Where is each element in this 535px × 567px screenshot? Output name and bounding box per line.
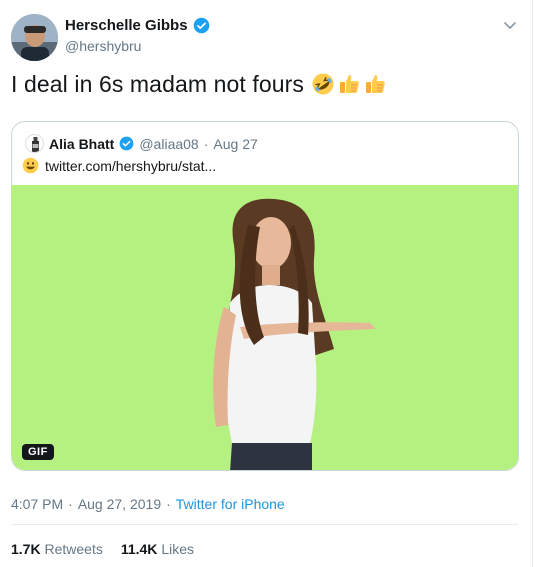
meta-separator: · <box>166 496 171 512</box>
thumbs-up-emoji-icon <box>340 75 359 93</box>
quoted-author-handle[interactable]: @aliaa08 <box>139 136 198 152</box>
retweets-count: 1.7K <box>11 541 41 557</box>
smiley-emoji-icon <box>22 157 39 174</box>
likes-count: 11.4K <box>120 541 158 557</box>
tweet-emojis <box>311 72 387 96</box>
chevron-down-icon[interactable] <box>503 18 517 32</box>
tweet-time[interactable]: 4:07 PM <box>11 496 63 512</box>
tweet-card: Herschelle Gibbs @hershybru I deal in 6s… <box>0 0 533 567</box>
tweet-source-link[interactable]: Twitter for iPhone <box>176 496 285 512</box>
tweet-stats: 1.7K Retweets 11.4K Likes <box>11 541 194 557</box>
author-name-row: Herschelle Gibbs <box>65 17 210 34</box>
rolling-laughing-emoji-icon <box>312 73 334 95</box>
quoted-text-row: twitter.com/hershybru/stat... <box>22 157 216 174</box>
quoted-separator: · <box>203 135 209 152</box>
divider <box>11 524 518 525</box>
quoted-link[interactable]: twitter.com/hershybru/stat... <box>45 158 216 174</box>
quoted-avatar[interactable] <box>25 134 44 153</box>
retweets-stat[interactable]: 1.7K Retweets <box>11 541 103 557</box>
thumbs-up-emoji-icon <box>366 75 385 93</box>
quoted-tweet[interactable]: Alia Bhatt @aliaa08 · Aug 27 twitter.com… <box>11 121 519 471</box>
tweet-text: I deal in 6s madam not fours <box>11 71 305 97</box>
quoted-author-name[interactable]: Alia Bhatt <box>49 136 114 152</box>
gif-figure-image <box>213 198 376 470</box>
quoted-header: Alia Bhatt @aliaa08 · Aug 27 <box>25 134 258 153</box>
quoted-date[interactable]: Aug 27 <box>213 136 257 152</box>
retweets-label: Retweets <box>44 541 103 557</box>
likes-label: Likes <box>161 541 194 557</box>
gif-badge: GIF <box>22 444 54 460</box>
tweet-date[interactable]: Aug 27, 2019 <box>78 496 161 512</box>
likes-stat[interactable]: 11.4K Likes <box>121 541 194 557</box>
verified-badge-icon <box>193 17 209 34</box>
tweet-text-row: I deal in 6s madam not fours <box>11 70 387 98</box>
author-handle[interactable]: @hershybru <box>65 38 141 54</box>
verified-badge-icon <box>119 136 134 151</box>
tweet-meta: 4:07 PM · Aug 27, 2019 · Twitter for iPh… <box>11 496 285 512</box>
author-avatar[interactable] <box>11 14 58 61</box>
author-name[interactable]: Herschelle Gibbs <box>65 17 188 34</box>
meta-separator: · <box>68 496 73 512</box>
gif-media[interactable]: GIF <box>12 185 518 470</box>
